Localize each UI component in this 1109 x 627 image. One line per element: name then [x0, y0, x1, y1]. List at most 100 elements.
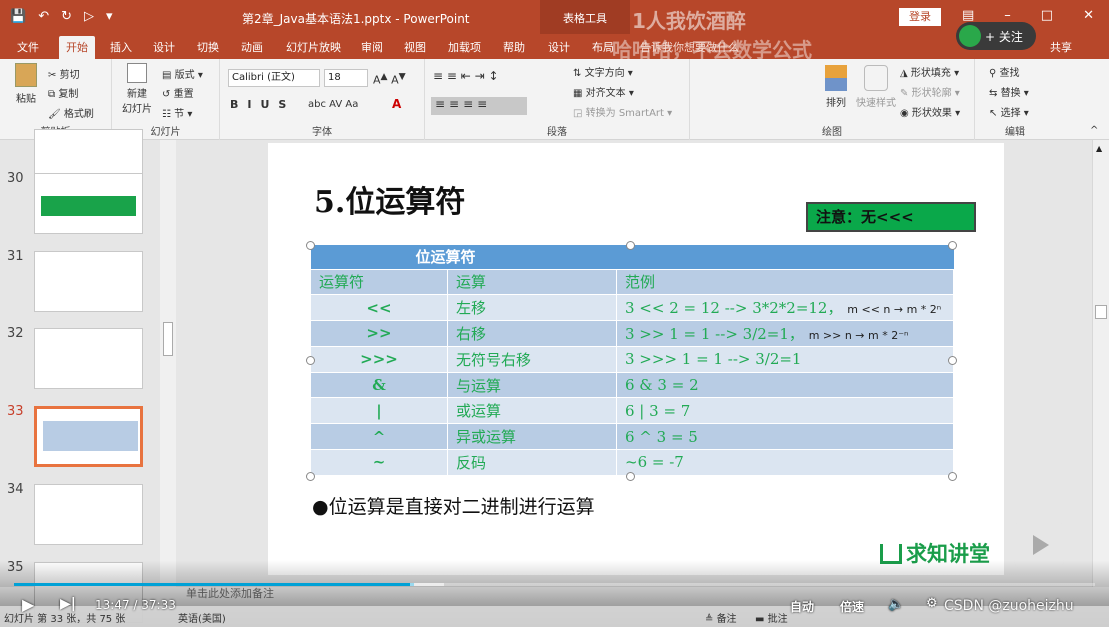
thumbnail-scrollbar[interactable]	[160, 140, 176, 587]
tab-animations[interactable]: 动画	[241, 39, 263, 55]
shape-outline-button[interactable]: ✎ 形状轮廓 ▾	[900, 84, 960, 99]
select-button[interactable]: ↖ 选择 ▾	[989, 104, 1029, 119]
section-icon: ☷	[162, 109, 171, 120]
font-style-buttons[interactable]: BIUS	[230, 98, 295, 111]
slide-scrollbar[interactable]: ▲	[1092, 140, 1109, 587]
volume-icon[interactable]: 🔈	[888, 597, 904, 612]
play-icon[interactable]: ▶	[22, 595, 34, 614]
tab-help[interactable]: 帮助	[503, 39, 525, 55]
slide-scroll-thumb[interactable]	[1095, 305, 1107, 319]
scroll-up-icon[interactable]: ▲	[1096, 144, 1102, 153]
resize-handle-mr[interactable]	[948, 356, 957, 365]
layout-button[interactable]: ▤ 版式 ▾	[162, 66, 203, 81]
login-button[interactable]: 登录	[899, 8, 941, 26]
comments-toggle[interactable]: ▬ 批注	[755, 610, 788, 625]
strikethrough-icon[interactable]: abc AV Aa	[308, 99, 358, 110]
new-slide-button[interactable]: 新建 幻灯片	[117, 63, 157, 115]
undo-icon[interactable]: ↶	[38, 9, 49, 24]
customize-qat-icon[interactable]: ▾	[106, 9, 113, 24]
window-controls: ▤ – □ ✕	[962, 8, 1094, 23]
reset-button[interactable]: ↺ 重置	[162, 85, 194, 100]
table-row: >>> 无符号右移 3 >>> 1 = 1 --> 3/2=1	[310, 345, 955, 373]
scissors-icon: ✂	[48, 70, 57, 81]
smartart-icon: ◲	[573, 108, 583, 119]
collapse-ribbon-icon[interactable]: ^	[1090, 125, 1098, 136]
thumbnail-scroll-thumb[interactable]	[163, 322, 173, 356]
minimize-icon[interactable]: –	[1004, 8, 1011, 23]
tab-design[interactable]: 设计	[153, 39, 175, 55]
resize-handle-ml[interactable]	[306, 356, 315, 365]
text-direction-button[interactable]: ⇅ 文字方向 ▾	[573, 64, 633, 79]
group-label-editing: 编辑	[1005, 127, 1025, 138]
tab-transitions[interactable]: 切换	[197, 39, 219, 55]
resize-handle-tc[interactable]	[626, 241, 635, 250]
tab-slideshow[interactable]: 幻灯片放映	[286, 39, 341, 55]
resize-handle-tl[interactable]	[306, 241, 315, 250]
tab-view[interactable]: 视图	[404, 39, 426, 55]
resize-handle-bl[interactable]	[306, 472, 315, 481]
quick-styles-button[interactable]: 快速样式	[854, 65, 898, 109]
shape-fill-button[interactable]: ◮ 形状填充 ▾	[900, 64, 959, 79]
section-button[interactable]: ☷ 节 ▾	[162, 105, 192, 120]
settings-icon[interactable]: ⚙	[926, 596, 938, 611]
thumbnail-34[interactable]: 34	[0, 482, 160, 552]
tab-review[interactable]: 审阅	[361, 39, 383, 55]
playback-time: 13:47 / 37:33	[95, 598, 176, 612]
copy-button[interactable]: ⧉ 复制	[48, 85, 78, 100]
thumbnail-32[interactable]: 32	[0, 326, 160, 396]
find-button[interactable]: ⚲ 查找	[989, 64, 1020, 79]
tab-file[interactable]: 文件	[17, 39, 39, 55]
start-from-beginning-icon[interactable]: ▷	[84, 9, 94, 24]
resize-handle-br[interactable]	[948, 472, 957, 481]
align-left-icon[interactable]: ≡≡≡≡	[431, 97, 527, 115]
thumbnail-30[interactable]: 30	[0, 171, 160, 241]
language-status[interactable]: 英语(美国)	[178, 610, 226, 625]
resize-handle-bc[interactable]	[626, 472, 635, 481]
save-icon[interactable]: 💾	[10, 9, 26, 24]
bullets-icon[interactable]: ≡ ≡ ⇤ ⇥ ↕	[433, 69, 499, 83]
example-cell: 3 >> 1 = 1 --> 3/2=1， m >> n → m * 2⁻ⁿ	[615, 320, 955, 347]
cut-button[interactable]: ✂ 剪切	[48, 66, 80, 81]
tab-insert[interactable]: 插入	[110, 39, 132, 55]
tab-home[interactable]: 开始	[59, 36, 95, 59]
maximize-icon[interactable]: □	[1041, 8, 1053, 23]
tab-addins[interactable]: 加载项	[448, 39, 481, 55]
resize-handle-tr[interactable]	[948, 241, 957, 250]
next-icon[interactable]: ▶|	[60, 596, 76, 612]
font-size-combo[interactable]: 18	[324, 69, 368, 87]
font-name-combo[interactable]: Calibri (正文)	[228, 69, 320, 87]
tab-table-design[interactable]: 设计	[548, 39, 570, 55]
quality-auto-button[interactable]: 自动	[790, 598, 814, 615]
smartart-button[interactable]: ◲ 转换为 SmartArt ▾	[573, 104, 672, 119]
notes-toggle[interactable]: ≜ 备注	[705, 610, 737, 625]
ribbon-display-icon[interactable]: ▤	[962, 8, 974, 23]
bullet-text[interactable]: ●位运算是直接对二进制进行运算	[312, 492, 595, 519]
speed-button[interactable]: 倍速	[840, 598, 864, 615]
group-paragraph: ≡ ≡ ⇤ ⇥ ↕ ⇅ 文字方向 ▾ ▦ 对齐文本 ▾ ◲ 转换为 SmartA…	[425, 59, 690, 140]
follow-button[interactable]: + 关注	[956, 22, 1036, 50]
bitwise-table[interactable]: 位运算符 运算符 运算 范例 << 左移 3 << 2 = 12 --> 3*2*2…	[310, 245, 955, 476]
tab-table-layout[interactable]: 布局	[592, 39, 614, 55]
font-color-icon[interactable]: A	[392, 97, 401, 111]
thumbnail-33[interactable]: 33	[0, 404, 160, 474]
example-cell: ~6 = -7	[615, 449, 955, 476]
effects-icon: ◉	[900, 108, 909, 119]
arrange-button[interactable]: 排列	[818, 65, 854, 109]
note-box[interactable]: 注意：无<<<	[806, 202, 976, 232]
operator-cell: >>	[310, 320, 448, 347]
format-painter-button[interactable]: 🖌 格式刷	[48, 105, 94, 120]
paste-button[interactable]: 粘贴	[8, 63, 44, 105]
slide-title[interactable]: 5.位运算符	[314, 177, 465, 221]
tell-me-search[interactable]: 告诉我你想要做什么	[640, 39, 739, 55]
grow-font-icon[interactable]: A▲ A▼	[373, 71, 406, 87]
redo-icon[interactable]: ↻	[61, 9, 72, 24]
close-icon[interactable]: ✕	[1083, 8, 1094, 23]
share-button[interactable]: 共享	[1050, 39, 1072, 55]
video-progress-bar[interactable]	[14, 583, 1095, 586]
align-text-button[interactable]: ▦ 对齐文本 ▾	[573, 84, 634, 99]
table-row: ^ 异或运算 6 ^ 3 = 5	[310, 423, 955, 451]
thumbnail-31[interactable]: 31	[0, 249, 160, 319]
notes-placeholder[interactable]: 单击此处添加备注	[186, 585, 274, 601]
shape-effects-button[interactable]: ◉ 形状效果 ▾	[900, 104, 960, 119]
replace-button[interactable]: ⇆ 替换 ▾	[989, 84, 1029, 99]
